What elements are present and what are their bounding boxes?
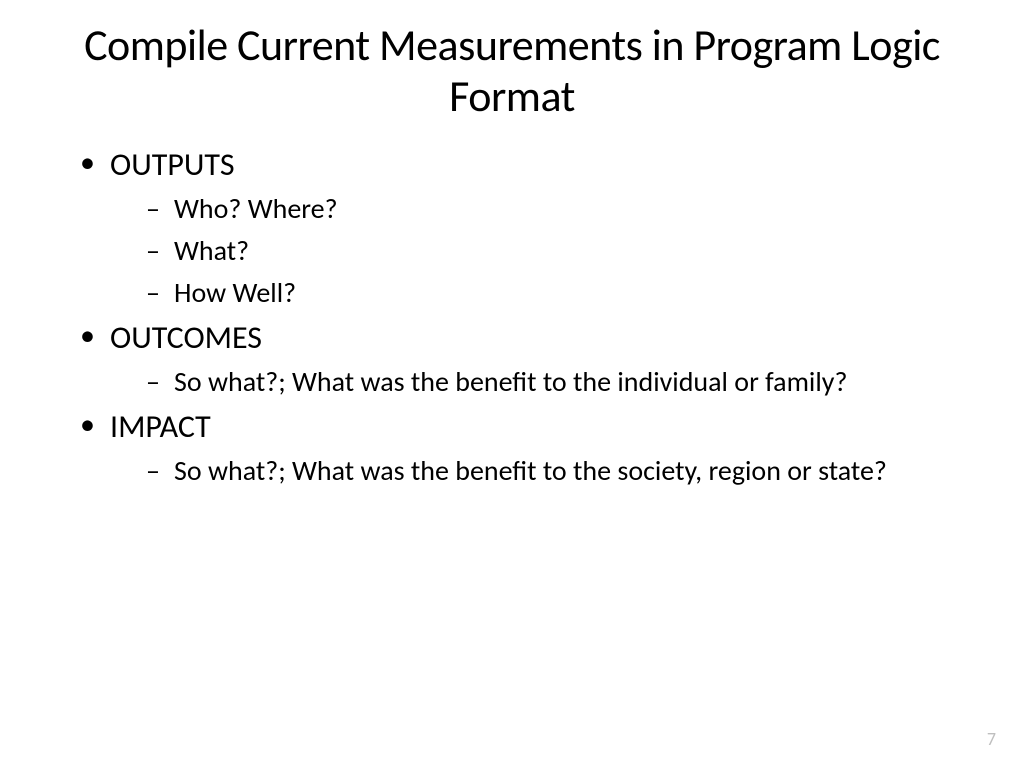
list-item: So what?; What was the benefit to the in… [146,363,964,401]
list-item: OUTCOMES So what?; What was the benefit … [74,316,964,401]
sub-list: So what?; What was the benefit to the in… [110,363,964,401]
list-item: OUTPUTS Who? Where? What? How Well? [74,143,964,312]
bullet-list: OUTPUTS Who? Where? What? How Well? OUTC… [60,143,964,490]
bullet-label: IMPACT [110,407,211,446]
bullet-label: OUTPUTS [110,145,235,184]
list-item: What? [146,232,964,270]
list-item: IMPACT So what?; What was the benefit to… [74,405,964,490]
list-item: So what?; What was the benefit to the so… [146,452,964,490]
bullet-label: OUTCOMES [110,318,262,357]
sub-list: Who? Where? What? How Well? [110,190,964,311]
sub-list: So what?; What was the benefit to the so… [110,452,964,490]
slide-title: Compile Current Measurements in Program … [60,20,964,121]
list-item: Who? Where? [146,190,964,228]
list-item: How Well? [146,274,964,312]
slide: Compile Current Measurements in Program … [0,0,1024,768]
page-number: 7 [987,728,996,750]
